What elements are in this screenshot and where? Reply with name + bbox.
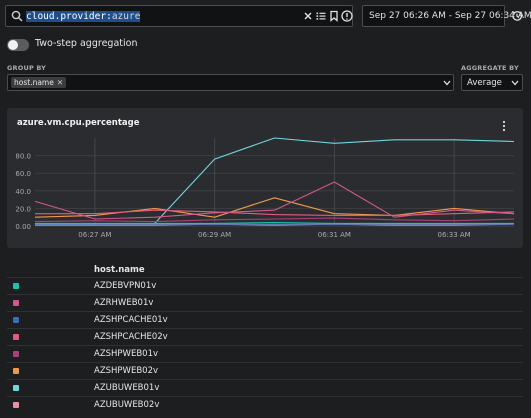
chart-panel: azure.vm.cpu.percentage 0.00 20.0 40.0 60.0… (7, 108, 523, 248)
legend-row[interactable]: AZSHPCACHE02v (7, 328, 523, 345)
search-icon (11, 10, 23, 22)
two-step-label: Two-step aggregation (35, 38, 138, 49)
legend-host-name: AZSHPWEB01v (94, 349, 159, 359)
legend-host-name: AZSHPWEB02v (94, 366, 159, 376)
series-line-azshpcache02v (35, 209, 515, 216)
search-input[interactable]: cloud.provider:azure (5, 5, 353, 27)
aggregate-by-value: Average (467, 78, 502, 88)
series-swatch (13, 300, 19, 306)
x-tick-label: 06:31 AM (318, 231, 351, 239)
line-chart[interactable]: 0.00 20.0 40.0 60.0 80.0 06:27 AM 06:29 AM 06:3… (7, 108, 523, 248)
chip-remove-icon[interactable]: ✕ (57, 78, 63, 87)
legend-row[interactable]: AZUBUWEB01v (7, 379, 523, 396)
legend-host-name: AZSHPCACHE01v (94, 315, 168, 325)
legend-header: host.name (94, 265, 145, 275)
group-by-select[interactable]: host.name ✕ (7, 74, 454, 91)
series-swatch (13, 368, 19, 374)
help-icon[interactable] (340, 9, 354, 23)
bookmark-icon[interactable] (327, 9, 341, 23)
legend-host-name: AZDEBVPN01v (94, 281, 157, 291)
legend-host-name: AZSHPCACHE02v (94, 332, 168, 342)
series-swatch (13, 283, 19, 289)
history-icon[interactable] (510, 9, 524, 23)
chevron-down-icon (443, 80, 451, 86)
series-swatch (13, 351, 19, 357)
legend-host-name: AZRHWEB01v (94, 298, 154, 308)
chip-label: host.name (14, 78, 54, 87)
legend-row[interactable]: AZSHPWEB02v (7, 362, 523, 379)
toggle-knob (8, 40, 18, 50)
list-icon[interactable] (314, 9, 328, 23)
series-swatch (13, 317, 19, 323)
y-tick-label: 20.0 (15, 205, 31, 213)
x-tick-label: 06:29 AM (198, 231, 231, 239)
search-query[interactable]: cloud.provider:azure (26, 11, 141, 22)
legend-row[interactable]: AZDEBVPN01v (7, 277, 523, 294)
legend-table: AZDEBVPN01v AZRHWEB01v AZSHPCACHE01v AZSHPC… (7, 277, 523, 413)
aggregate-by-select[interactable]: Average (461, 74, 523, 91)
x-tick-label: 06:33 AM (438, 231, 471, 239)
series-swatch (13, 334, 19, 340)
two-step-toggle[interactable] (7, 39, 29, 51)
legend-row[interactable]: AZRHWEB01v (7, 294, 523, 311)
y-tick-label: 40.0 (15, 188, 31, 196)
series-line-azdebvpn01v (35, 221, 514, 224)
legend-host-name: AZUBUWEB02v (94, 400, 160, 410)
series-swatch (13, 385, 19, 391)
query-separator: : (106, 11, 112, 22)
legend-row[interactable]: AZUBUWEB02v (7, 396, 523, 413)
group-by-chip[interactable]: host.name ✕ (11, 77, 67, 88)
query-key: cloud.provider (26, 11, 107, 22)
legend-row[interactable]: AZSHPCACHE01v (7, 311, 523, 328)
y-tick-label: 0.00 (15, 223, 31, 231)
group-by-label: GROUP BY (7, 64, 47, 72)
series-swatch (13, 402, 19, 408)
y-tick-label: 80.0 (15, 153, 31, 161)
legend-host-name: AZUBUWEB01v (94, 383, 160, 393)
aggregate-by-label: AGGREGATE BY (461, 64, 519, 72)
y-tick-label: 60.0 (15, 170, 31, 178)
chevron-down-icon (511, 80, 519, 86)
time-range-picker[interactable]: Sep 27 06:26 AM - Sep 27 06:34 AM (362, 5, 531, 27)
x-tick-label: 06:27 AM (78, 231, 111, 239)
top-bar: cloud.provider:azure Sep 27 06:26 AM - S… (5, 5, 531, 27)
query-value: azure (111, 11, 141, 22)
legend-row[interactable]: AZSHPWEB01v (7, 345, 523, 362)
close-icon[interactable] (301, 9, 315, 23)
